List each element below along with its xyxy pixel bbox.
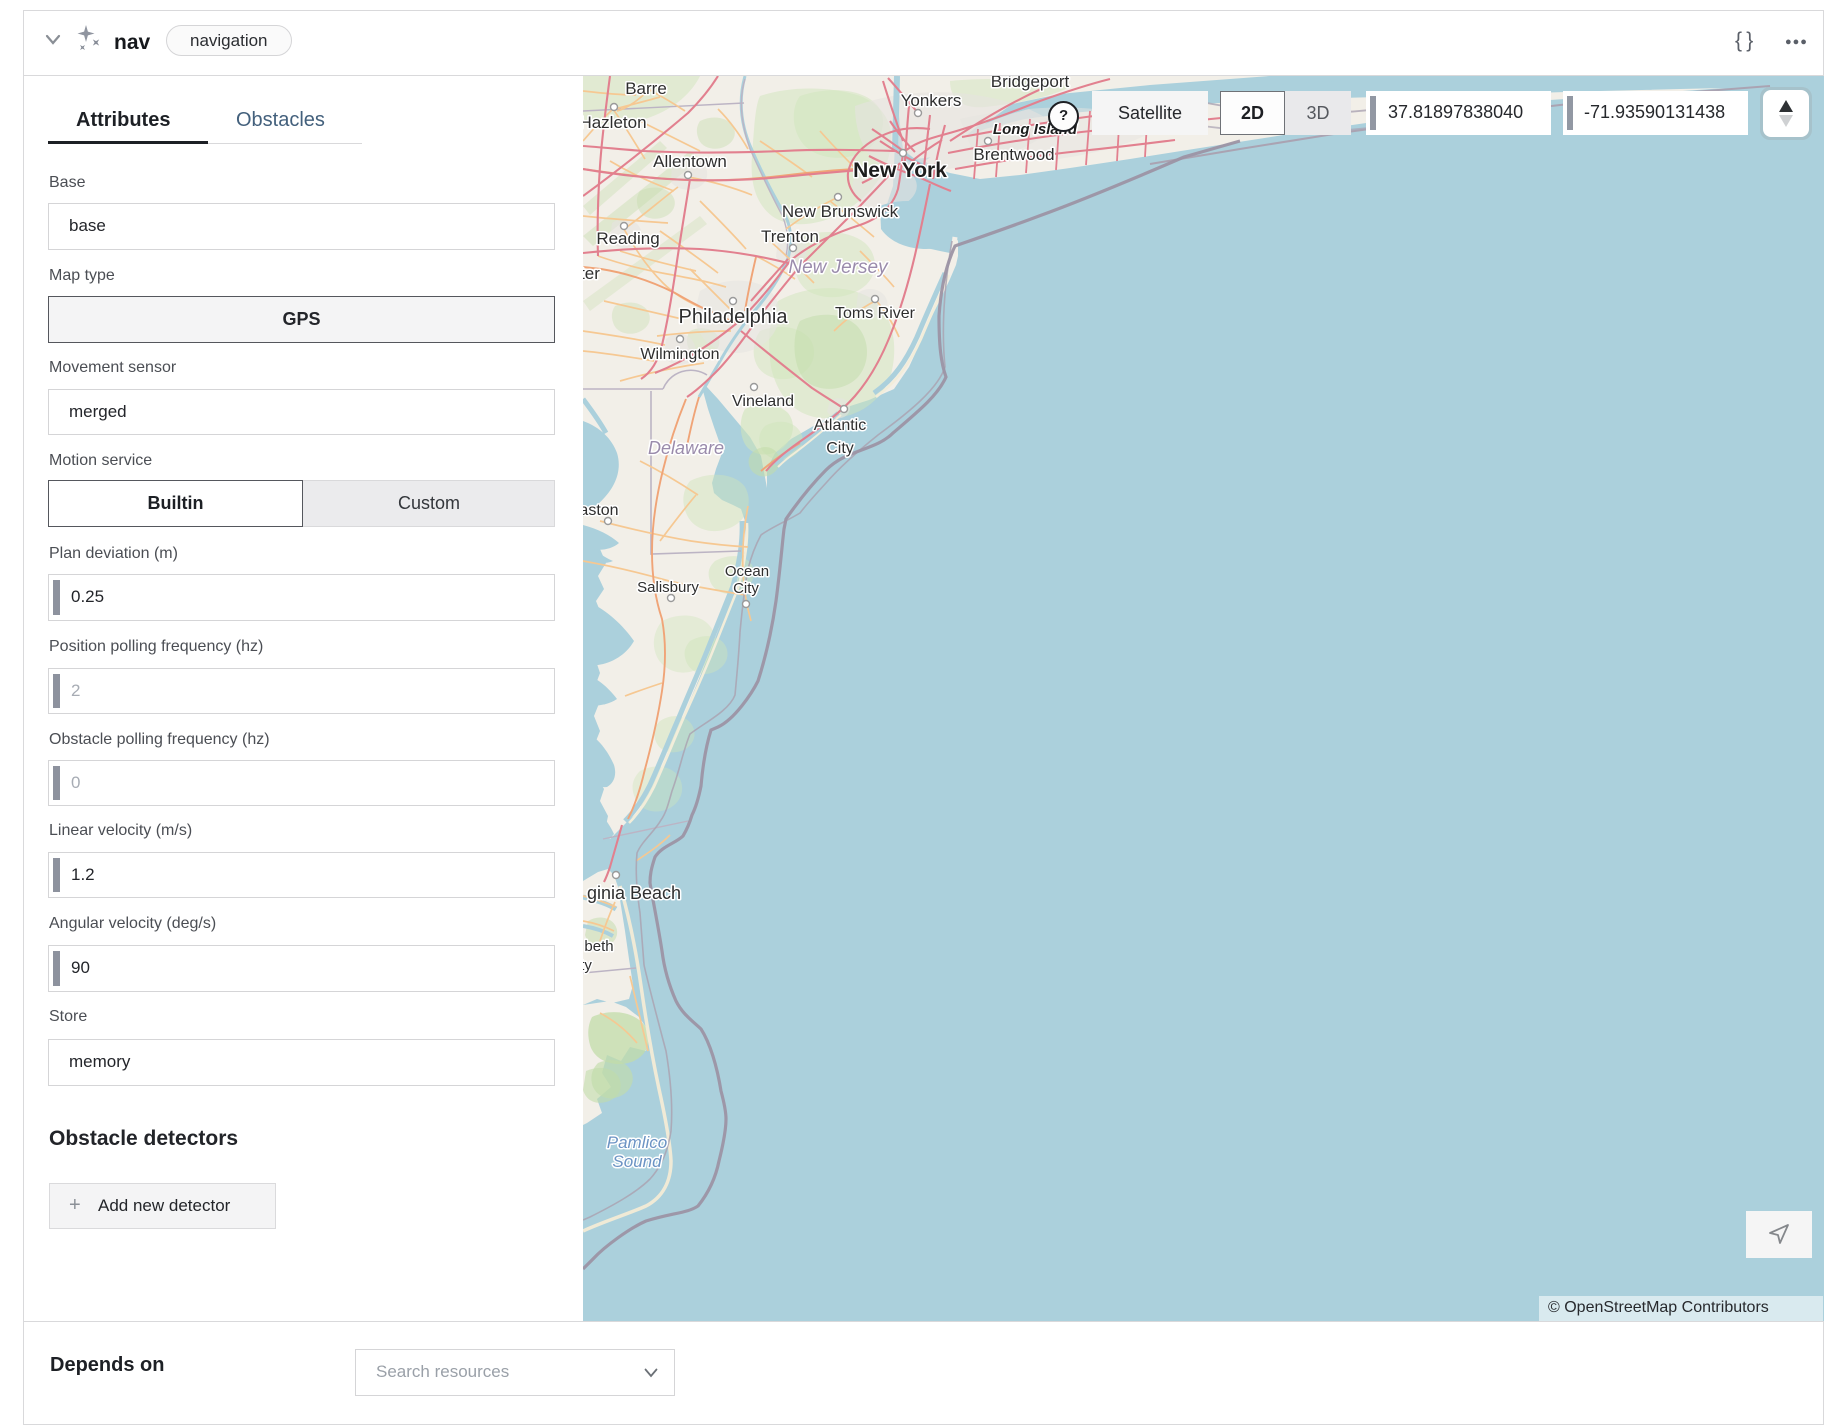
svg-text:Vineland: Vineland (732, 393, 794, 410)
svg-text:Brentwood: Brentwood (973, 145, 1054, 164)
svg-text:ter: ter (583, 264, 600, 283)
svg-text:ty: ty (583, 957, 592, 974)
svg-text:Reading: Reading (596, 229, 659, 248)
svg-text:Ocean: Ocean (725, 563, 769, 580)
svg-text:Pamlico: Pamlico (607, 1133, 667, 1152)
svg-text:City: City (826, 440, 854, 457)
svg-text:New Brunswick: New Brunswick (782, 202, 899, 221)
svg-text:Trenton: Trenton (761, 227, 819, 246)
svg-text:Toms River: Toms River (835, 305, 916, 322)
svg-text:ginia Beach: ginia Beach (587, 883, 681, 903)
svg-text:Wilmington: Wilmington (640, 346, 719, 363)
svg-text:Sound: Sound (612, 1152, 662, 1171)
svg-text:aston: aston (583, 502, 619, 519)
svg-text:Salisbury: Salisbury (637, 579, 699, 596)
svg-text:New Jersey: New Jersey (788, 257, 889, 278)
svg-text:Philadelphia: Philadelphia (679, 306, 789, 328)
svg-text:Bridgeport: Bridgeport (991, 76, 1070, 91)
svg-text:Atlantic: Atlantic (814, 417, 866, 434)
svg-text:beth: beth (584, 938, 613, 955)
svg-text:City: City (733, 580, 759, 597)
svg-text:Allentown: Allentown (653, 152, 727, 171)
svg-text:Barre: Barre (625, 79, 667, 98)
svg-text:Delaware: Delaware (648, 438, 724, 458)
svg-text:Hazleton: Hazleton (583, 113, 647, 132)
svg-text:New York: New York (853, 159, 947, 182)
svg-text:Yonkers: Yonkers (901, 91, 962, 110)
